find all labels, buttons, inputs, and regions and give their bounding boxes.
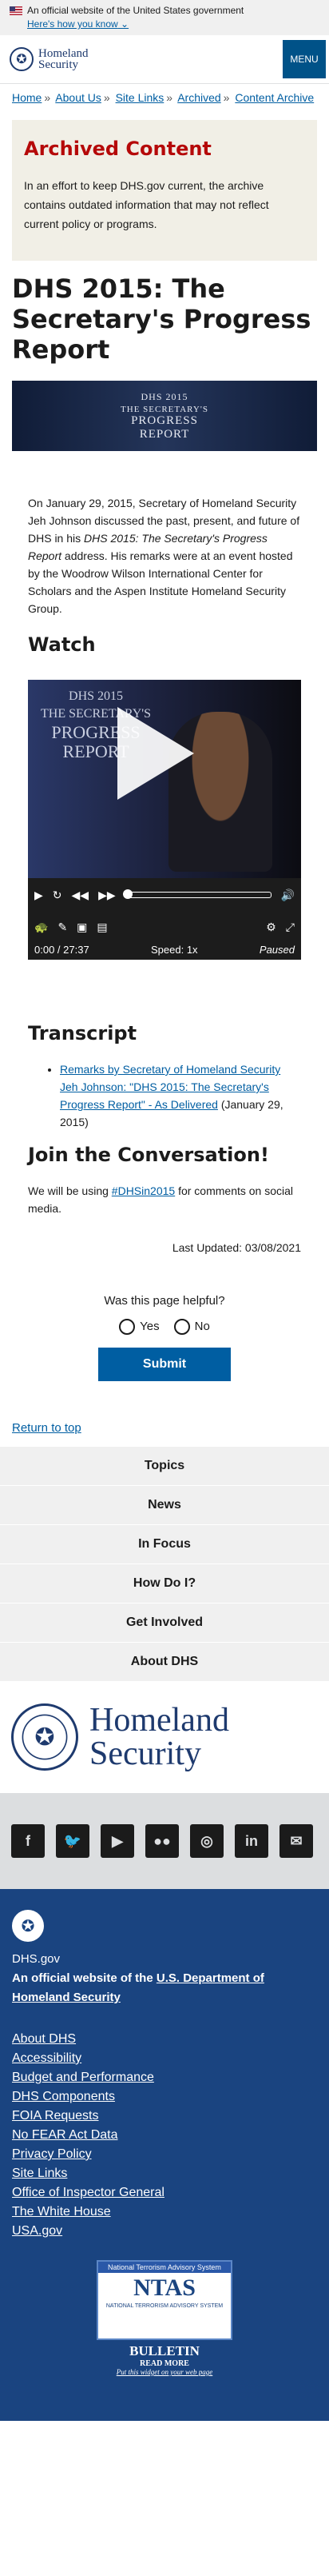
footer-official-text: An official website of the U.S. Departme…	[12, 1971, 264, 2004]
feedback-form: Was this page helpful? Yes No Submit	[0, 1294, 329, 1381]
breadcrumb-site-links[interactable]: Site Links	[116, 91, 164, 104]
footer-nav: Topics News In Focus How Do I? Get Invol…	[0, 1446, 329, 1681]
ntas-logo: NTAS	[133, 2274, 196, 2301]
turtle-icon[interactable]: 🐢	[34, 921, 48, 934]
logo-text: Homeland Security	[38, 47, 89, 71]
footer-link-accessibility[interactable]: Accessibility	[12, 2049, 317, 2068]
feedback-question: Was this page helpful?	[104, 1294, 225, 1308]
instagram-icon[interactable]: ◎	[190, 1824, 224, 1858]
video-thumbnail: DHS 2015 THE SECRETARY'S PROGRESS REPORT	[28, 680, 301, 878]
intro-paragraph: On January 29, 2015, Secretary of Homela…	[28, 497, 300, 615]
hero-banner-image: DHS 2015 THE SECRETARY'S PROGRESS REPORT	[12, 381, 317, 451]
footer-seal-icon: ✪	[12, 1910, 44, 1942]
footer-link-usa-gov[interactable]: USA.gov	[12, 2222, 317, 2241]
footer-link-oig[interactable]: Office of Inspector General	[12, 2183, 317, 2203]
video-status: Paused	[259, 943, 295, 956]
replay-icon[interactable]: ↻	[53, 889, 62, 902]
breadcrumb-home[interactable]: Home	[12, 91, 42, 104]
nav-in-focus[interactable]: In Focus	[0, 1524, 329, 1564]
submit-button[interactable]: Submit	[98, 1348, 231, 1381]
conversation-heading: Join the Conversation!	[28, 1144, 269, 1166]
youtube-icon[interactable]: ▶	[101, 1824, 134, 1858]
linkedin-icon[interactable]: in	[235, 1824, 268, 1858]
audio-description-icon[interactable]: ✎	[57, 921, 67, 934]
feedback-no-radio[interactable]: No	[173, 1319, 210, 1335]
footer-site-name: DHS.gov	[12, 1952, 61, 1966]
email-icon[interactable]: ✉	[279, 1824, 313, 1858]
captions-icon[interactable]: ▣	[77, 921, 87, 934]
social-links: f 🐦 ▶ ●● ◎ in ✉	[0, 1793, 329, 1889]
hashtag-link[interactable]: #DHSin2015	[112, 1184, 175, 1197]
facebook-icon[interactable]: f	[11, 1824, 45, 1858]
footer-link-no-fear[interactable]: No FEAR Act Data	[12, 2126, 317, 2145]
dhs-seal-20-years-icon: ✪	[11, 1703, 78, 1771]
return-to-top-link[interactable]: Return to top	[12, 1421, 317, 1435]
footer-link-foia[interactable]: FOIA Requests	[12, 2107, 317, 2126]
footer-link-white-house[interactable]: The White House	[12, 2203, 317, 2222]
footer-link-budget[interactable]: Budget and Performance	[12, 2068, 317, 2087]
widget-link[interactable]: Put this widget on your web page	[12, 2368, 317, 2376]
rewind-icon[interactable]: ◀◀	[72, 889, 89, 902]
archived-notice: Archived Content In an effort to keep DH…	[12, 120, 317, 261]
footer-brand: ✪ Homeland Security	[0, 1681, 329, 1793]
nav-topics[interactable]: Topics	[0, 1446, 329, 1485]
play-icon[interactable]: ▶	[34, 889, 43, 902]
menu-button[interactable]: MENU	[283, 40, 326, 78]
nav-how-do-i[interactable]: How Do I?	[0, 1564, 329, 1603]
ntas-bulletin: BULLETIN READ MORE Put this widget on yo…	[12, 2343, 317, 2376]
archived-body: In an effort to keep DHS.gov current, th…	[24, 179, 269, 230]
footer-link-privacy[interactable]: Privacy Policy	[12, 2145, 317, 2164]
transcript-icon[interactable]: ▤	[97, 921, 107, 934]
settings-gear-icon[interactable]: ⚙	[266, 921, 276, 934]
breadcrumb-content-archive[interactable]: Content Archive	[235, 91, 314, 104]
video-controls: ▶ ↻ ◀◀ ▶▶ 🔊 🐢 ✎ ▣ ▤ ⚙ ⤢ 0:00 / 27:37 Spe…	[28, 878, 301, 960]
list-item: Remarks by Secretary of Homeland Securit…	[60, 1060, 301, 1131]
play-overlay-icon[interactable]	[117, 707, 194, 800]
page-title: DHS 2015: The Secretary's Progress Repor…	[12, 274, 311, 365]
transcript-list: Remarks by Secretary of Homeland Securit…	[28, 1060, 301, 1131]
footer-link-about-dhs[interactable]: About DHS	[12, 2030, 317, 2049]
breadcrumb-about-us[interactable]: About Us	[55, 91, 101, 104]
progress-knob[interactable]	[122, 889, 133, 899]
video-speed: Speed: 1x	[151, 943, 198, 956]
breadcrumb: Home» About Us» Site Links» Archived» Co…	[12, 91, 315, 104]
footer-link-components[interactable]: DHS Components	[12, 2087, 317, 2107]
site-header: ✪ Homeland Security MENU	[0, 35, 329, 84]
brand-wordmark: Homeland Security	[89, 1702, 229, 1772]
video-player[interactable]: DHS 2015 THE SECRETARY'S PROGRESS REPORT…	[28, 680, 301, 960]
flickr-icon[interactable]: ●●	[145, 1824, 179, 1858]
archived-title: Archived Content	[24, 138, 212, 160]
nav-get-involved[interactable]: Get Involved	[0, 1603, 329, 1642]
how-you-know-link[interactable]: Here's how you know ⌄	[27, 18, 319, 30]
us-flag-icon	[10, 6, 22, 15]
fullscreen-icon[interactable]: ⤢	[286, 921, 295, 934]
gov-banner-text: An official website of the United States…	[27, 5, 244, 16]
video-progress-bar[interactable]	[122, 889, 272, 899]
breadcrumb-archived[interactable]: Archived	[177, 91, 220, 104]
nav-about-dhs[interactable]: About DHS	[0, 1642, 329, 1681]
transcript-heading: Transcript	[28, 1022, 137, 1044]
forward-icon[interactable]: ▶▶	[98, 889, 116, 902]
last-updated: Last Updated: 03/08/2021	[172, 1241, 301, 1254]
footer-link-site-links[interactable]: Site Links	[12, 2164, 317, 2183]
read-more-link[interactable]: READ MORE	[12, 2359, 317, 2368]
watch-heading: Watch	[28, 633, 96, 656]
site-logo[interactable]: ✪ Homeland Security	[0, 47, 88, 71]
conversation-text: We will be using #DHSin2015 for comments…	[28, 1184, 294, 1215]
footer-links: About DHS Accessibility Budget and Perfo…	[12, 2030, 317, 2241]
site-footer: ✪ DHS.gov An official website of the U.S…	[0, 1889, 329, 2421]
video-time: 0:00 / 27:37	[34, 943, 89, 956]
gov-banner: An official website of the United States…	[0, 0, 329, 35]
nav-news[interactable]: News	[0, 1485, 329, 1524]
twitter-icon[interactable]: 🐦	[56, 1824, 89, 1858]
volume-icon[interactable]: 🔊	[281, 889, 295, 902]
feedback-yes-radio[interactable]: Yes	[119, 1319, 160, 1335]
dhs-seal-icon: ✪	[10, 47, 34, 71]
ntas-widget[interactable]: National Terrorism Advisory System NTAS …	[97, 2260, 232, 2340]
